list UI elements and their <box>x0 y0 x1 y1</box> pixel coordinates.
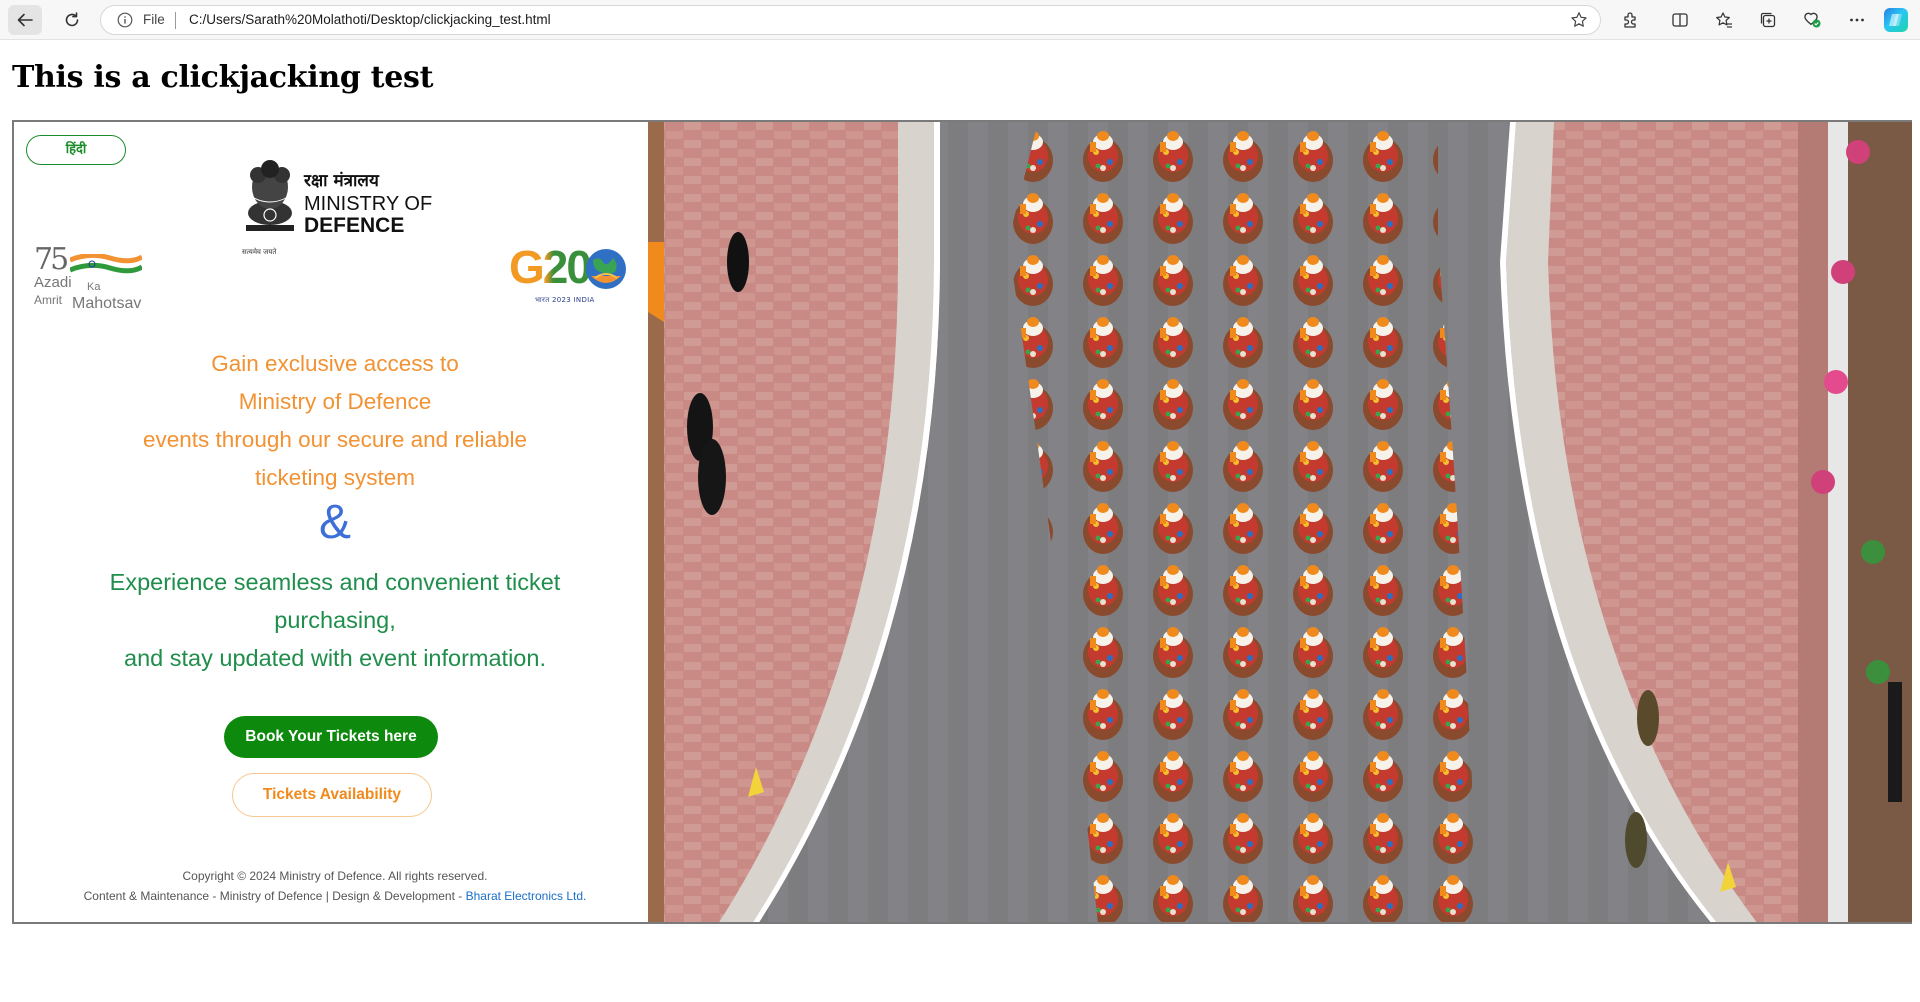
intro-line: ticketing system <box>254 465 416 490</box>
experience-line: purchasing, <box>274 607 396 633</box>
info-icon <box>117 12 133 28</box>
intro-line: Gain exclusive access to <box>211 351 459 376</box>
browser-toolbar: File C:/Users/Sarath%20Molathoti/Desktop… <box>0 0 1920 40</box>
favorites-button[interactable] <box>1712 8 1736 32</box>
aka-ka: Ka <box>87 281 101 293</box>
collections-icon <box>1760 12 1776 28</box>
page-content: This is a clickjacking test हिंदी रक्षा … <box>0 41 1920 1002</box>
intro-text: Gain exclusive access to Ministry of Def… <box>74 345 596 497</box>
copilot-icon[interactable] <box>1884 8 1908 32</box>
copyright-text: Copyright © 2024 Ministry of Defence. Al… <box>182 869 488 883</box>
back-icon <box>17 13 33 27</box>
browser-essentials-icon <box>1804 12 1821 28</box>
intro-line: events through our secure and reliable <box>143 427 527 452</box>
extensions-button[interactable] <box>1619 8 1643 32</box>
aka-mahotsav: Mahotsav <box>72 295 142 312</box>
refresh-button[interactable] <box>55 5 89 35</box>
favorites-icon <box>1716 12 1732 28</box>
collections-button[interactable] <box>1756 8 1780 32</box>
back-button[interactable] <box>8 5 42 35</box>
bel-link[interactable]: Bharat Electronics Ltd. <box>466 889 587 903</box>
more-icon <box>1850 18 1864 22</box>
book-tickets-button[interactable]: Book Your Tickets here <box>224 716 438 758</box>
emblem-motto: सत्यमेव जयते <box>242 248 277 256</box>
ministry-logo-text: रक्षा मंत्रालय MINISTRY OF DEFENCE <box>304 168 432 238</box>
page-title: This is a clickjacking test <box>12 60 434 95</box>
split-screen-icon <box>1672 13 1688 27</box>
split-screen-button[interactable] <box>1668 8 1692 32</box>
scheme-label: File <box>143 12 165 27</box>
address-bar[interactable]: File C:/Users/Sarath%20Molathoti/Desktop… <box>100 5 1601 35</box>
experience-line: Experience seamless and convenient ticke… <box>109 569 561 595</box>
credits-prefix: Content & Maintenance - Ministry of Defe… <box>83 889 466 903</box>
experience-line: and stay updated with event information. <box>124 645 546 671</box>
site-info-button[interactable] <box>117 12 133 32</box>
url-text[interactable]: C:/Users/Sarath%20Molathoti/Desktop/clic… <box>189 12 551 27</box>
refresh-icon <box>65 12 79 27</box>
embedded-iframe[interactable]: हिंदी रक्षा मंत्रालय MINISTRY OF DEFENCE… <box>12 120 1912 924</box>
aka-number: 75 <box>34 242 69 277</box>
add-favorite-button[interactable] <box>1570 11 1588 33</box>
extensions-icon <box>1624 12 1636 28</box>
aka-azadi: Azadi <box>34 274 72 291</box>
experience-text: Experience seamless and convenient ticke… <box>64 563 606 677</box>
g20-logo: G20 भारत 2023 INDIA <box>509 241 634 312</box>
hindi-language-button[interactable]: हिंदी <box>26 135 126 165</box>
favorite-star-icon <box>1571 12 1587 27</box>
ampersand: & <box>318 496 351 549</box>
intro-line: Ministry of Defence <box>238 389 432 414</box>
tricolor-flag-icon <box>70 254 142 274</box>
g20-subtitle: भारत 2023 INDIA <box>535 296 595 304</box>
ministry-name-line2: DEFENCE <box>304 214 405 237</box>
ministry-hindi-name: रक्षा मंत्रालय <box>304 171 379 191</box>
g20-text: G20 <box>509 241 592 293</box>
g20-globe-icon <box>586 249 626 289</box>
parade-photo <box>648 122 1912 922</box>
tickets-availability-button[interactable]: Tickets Availability <box>232 773 432 817</box>
national-emblem-icon <box>246 160 294 231</box>
settings-more-button[interactable] <box>1845 8 1869 32</box>
credits-text: Content & Maintenance - Ministry of Defe… <box>14 889 656 903</box>
ministry-name-line1: MINISTRY OF <box>304 193 433 215</box>
login-panel: हिंदी रक्षा मंत्रालय MINISTRY OF DEFENCE… <box>14 122 648 922</box>
aka-amrit: Amrit <box>34 293 62 307</box>
browser-essentials-button[interactable] <box>1800 8 1824 32</box>
azadi-ka-amrit-mahotsav-logo: 75 Azadi Ka Amrit Mahotsav <box>32 242 152 316</box>
address-divider <box>175 12 176 29</box>
